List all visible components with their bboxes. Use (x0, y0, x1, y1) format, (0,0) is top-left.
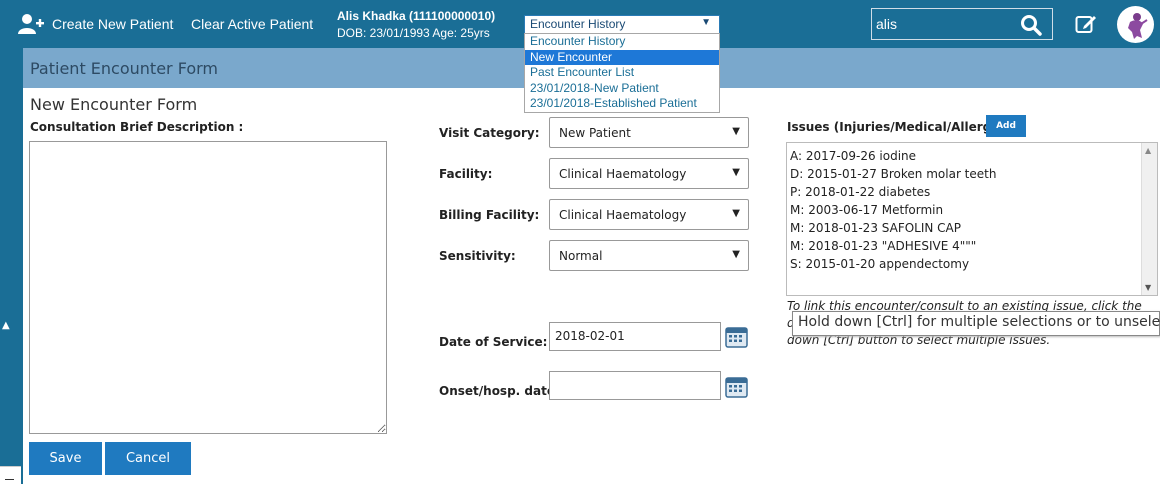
calendar-icon[interactable] (725, 376, 748, 398)
billing-facility-select[interactable]: Clinical Haematology ▼ (549, 199, 749, 230)
visit-category-select[interactable]: New Patient ▼ (549, 117, 749, 148)
search-icon[interactable] (1020, 14, 1042, 36)
list-item[interactable]: A: 2017-09-26 iodine (790, 149, 916, 163)
issues-label: Issues (Injuries/Medical/Allergy) (787, 120, 1005, 134)
encounter-select-value: Encounter History (530, 17, 626, 31)
encounter-option-history[interactable]: Encounter History (525, 34, 719, 50)
facility-label: Facility: (439, 167, 493, 181)
facility-select[interactable]: Clinical Haematology ▼ (549, 158, 749, 189)
patient-name: Alis Khadka (111100000010) (337, 9, 496, 23)
visit-category-value: New Patient (559, 126, 631, 140)
collapse-button[interactable] (0, 466, 21, 484)
avatar-image (1117, 6, 1154, 43)
date-of-service-input[interactable]: 2018-02-01 (549, 322, 721, 351)
chevron-down-icon: ▼ (701, 17, 711, 28)
clear-active-patient-link[interactable]: Clear Active Patient (191, 16, 313, 32)
date-of-service-label: Date of Service: (439, 335, 548, 349)
sensitivity-label: Sensitivity: (439, 249, 516, 263)
avatar[interactable] (1117, 6, 1154, 43)
chevron-down-icon: ▼ (732, 167, 740, 178)
create-new-patient-link[interactable]: Create New Patient (52, 16, 173, 32)
chevron-down-icon: ▼ (732, 249, 740, 260)
patient-dob: DOB: 23/01/1993 Age: 25yrs (337, 26, 490, 40)
list-item[interactable]: D: 2015-01-27 Broken molar teeth (790, 167, 996, 181)
visit-category-label: Visit Category: (439, 126, 540, 140)
facility-value: Clinical Haematology (559, 167, 687, 181)
encounter-select[interactable]: Encounter History ▼ (524, 15, 720, 34)
sensitivity-value: Normal (559, 249, 603, 263)
encounter-dropdown-menu: Encounter History New Encounter Past Enc… (524, 33, 720, 113)
encounter-option-new-patient[interactable]: 23/01/2018-New Patient (525, 81, 719, 97)
scroll-up-icon[interactable]: ▲ (1145, 146, 1151, 155)
issues-list[interactable]: A: 2017-09-26 iodine D: 2015-01-27 Broke… (786, 142, 1158, 296)
list-item[interactable]: M: 2018-01-23 SAFOLIN CAP (790, 221, 961, 235)
calendar-icon[interactable] (725, 326, 748, 348)
issues-scrollbar[interactable]: ▲ ▼ (1141, 143, 1157, 295)
save-button[interactable]: Save (29, 442, 102, 475)
onset-date-label: Onset/hosp. date: (439, 384, 560, 398)
patient-search (871, 8, 1053, 40)
cancel-button[interactable]: Cancel (105, 442, 191, 475)
form-header-title: Patient Encounter Form (30, 59, 218, 78)
list-item[interactable]: S: 2015-01-20 appendectomy (790, 257, 969, 271)
consultation-description-input[interactable] (29, 141, 387, 434)
consultation-description-label: Consultation Brief Description : (30, 120, 244, 134)
list-item[interactable]: M: 2003-06-17 Metformin (790, 203, 943, 217)
encounter-option-established-patient[interactable]: 23/01/2018-Established Patient (525, 96, 719, 112)
scroll-down-icon[interactable]: ▼ (1145, 283, 1151, 292)
list-item[interactable]: P: 2018-01-22 diabetes (790, 185, 930, 199)
chevron-up-icon[interactable]: ▲ (2, 320, 10, 331)
edit-icon[interactable] (1075, 13, 1097, 35)
multi-select-tooltip: Hold down [Ctrl] for multiple selections… (792, 311, 1160, 336)
billing-facility-label: Billing Facility: (439, 208, 540, 222)
billing-facility-value: Clinical Haematology (559, 208, 687, 222)
chevron-down-icon: ▼ (732, 208, 740, 219)
page-title: New Encounter Form (30, 95, 198, 114)
chevron-down-icon: ▼ (732, 126, 740, 137)
left-rail: ▲ (0, 48, 23, 484)
encounter-option-past-list[interactable]: Past Encounter List (525, 65, 719, 81)
add-issue-button[interactable]: Add (986, 115, 1026, 137)
sensitivity-select[interactable]: Normal ▼ (549, 240, 749, 271)
search-input[interactable] (876, 14, 1016, 34)
list-item[interactable]: M: 2018-01-23 "ADHESIVE 4""" (790, 239, 976, 253)
minus-icon (5, 479, 14, 480)
encounter-option-new[interactable]: New Encounter (525, 49, 719, 65)
onset-date-input[interactable] (549, 371, 721, 400)
add-user-icon[interactable] (18, 13, 44, 35)
